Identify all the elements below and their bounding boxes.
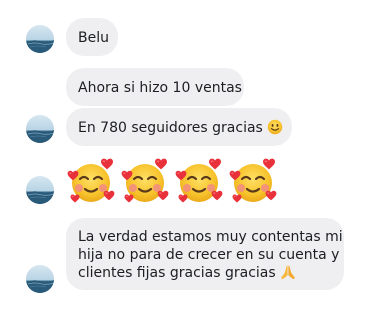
avatar[interactable] xyxy=(26,176,54,204)
profile-photo-icon xyxy=(26,115,54,143)
avatar[interactable] xyxy=(26,25,54,53)
message-bubble[interactable]: Belu xyxy=(66,18,118,56)
message-text: En 780 seguidores gracias xyxy=(78,120,263,136)
folded-hands-emoji-icon xyxy=(280,264,296,280)
message-bubble[interactable]: Ahora si hizo 10 ventas xyxy=(66,68,244,106)
avatar[interactable] xyxy=(26,265,54,293)
smiling-face-emoji-icon xyxy=(267,119,283,135)
profile-photo-icon xyxy=(26,176,54,204)
profile-photo-icon xyxy=(26,25,54,53)
smiling-face-with-hearts-emoji-icon xyxy=(228,156,278,206)
message-text-line: La verdad estamos muy contentas mi xyxy=(78,229,343,245)
message-text-line: hija no para de crecer en su cuenta y xyxy=(78,247,340,263)
smiling-face-with-hearts-emoji-icon xyxy=(120,156,170,206)
message-text-line: clientes fijas gracias gracias xyxy=(78,265,276,281)
message-text: Belu xyxy=(78,30,109,46)
message-bubble[interactable]: La verdad estamos muy contentas mi hija … xyxy=(66,218,344,290)
avatar[interactable] xyxy=(26,115,54,143)
profile-photo-icon xyxy=(26,265,54,293)
emoji-message[interactable] xyxy=(66,156,278,208)
message-bubble[interactable]: En 780 seguidores gracias xyxy=(66,108,292,146)
message-text: Ahora si hizo 10 ventas xyxy=(78,80,242,96)
smiling-face-with-hearts-emoji-icon xyxy=(66,156,116,206)
smiling-face-with-hearts-emoji-icon xyxy=(174,156,224,206)
